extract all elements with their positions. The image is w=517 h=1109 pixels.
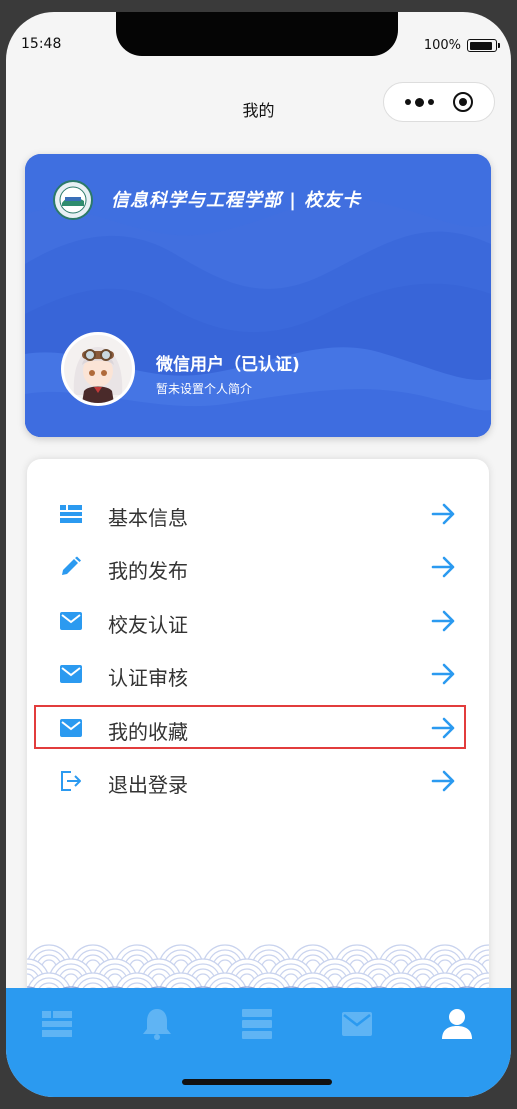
arrow-right-icon <box>431 503 455 525</box>
menu-item-my-posts[interactable]: 我的发布 <box>27 544 489 590</box>
tab-server-icon[interactable] <box>239 1006 275 1042</box>
arrow-right-icon <box>431 663 455 685</box>
menu-label: 认证审核 <box>108 666 188 690</box>
status-battery: 100% <box>423 38 500 53</box>
menu-item-logout[interactable]: 退出登录 <box>27 758 489 804</box>
card-title: 信息科学与工程学部 | 校友卡 <box>111 190 362 211</box>
pencil-icon <box>62 556 81 575</box>
logout-icon <box>61 771 81 791</box>
menu-label: 我的发布 <box>108 559 188 583</box>
user-bio: 暂未设置个人简介 <box>156 382 253 396</box>
close-target-icon[interactable] <box>452 92 473 112</box>
tab-bell-icon[interactable] <box>139 1006 175 1042</box>
more-icon[interactable] <box>405 97 435 107</box>
miniprogram-capsule <box>383 82 495 122</box>
phone-frame: 15:48 100% 我的 信息科学与工程学部 | 校友卡 微信用户（已认证) … <box>6 12 511 1097</box>
arrow-right-icon <box>431 610 455 632</box>
menu-item-basic-info[interactable]: 基本信息 <box>27 491 489 537</box>
tab-user-icon[interactable] <box>439 1006 475 1042</box>
envelope-icon <box>60 612 82 630</box>
arrow-right-icon <box>431 556 455 578</box>
grid-list-icon <box>60 505 82 523</box>
arrow-right-icon <box>431 770 455 792</box>
menu-item-verify-review[interactable]: 认证审核 <box>27 651 489 697</box>
home-indicator <box>182 1079 332 1085</box>
battery-percent: 100% <box>423 38 461 53</box>
menu-label: 退出登录 <box>108 773 188 797</box>
school-logo <box>53 180 93 220</box>
notch <box>116 12 398 56</box>
highlight-box <box>34 705 466 749</box>
status-time: 15:48 <box>21 36 62 52</box>
menu-label: 校友认证 <box>108 613 188 637</box>
user-name: 微信用户（已认证) <box>156 355 300 375</box>
menu-label: 基本信息 <box>108 506 188 530</box>
avatar[interactable] <box>61 332 135 406</box>
envelope-icon <box>60 665 82 683</box>
alumni-card: 信息科学与工程学部 | 校友卡 微信用户（已认证) 暂未设置个人简介 <box>25 154 491 437</box>
menu-item-alumni-verify[interactable]: 校友认证 <box>27 598 489 644</box>
tab-envelope-icon[interactable] <box>339 1006 375 1042</box>
tab-list-icon[interactable] <box>39 1006 75 1042</box>
battery-icon <box>467 39 500 52</box>
